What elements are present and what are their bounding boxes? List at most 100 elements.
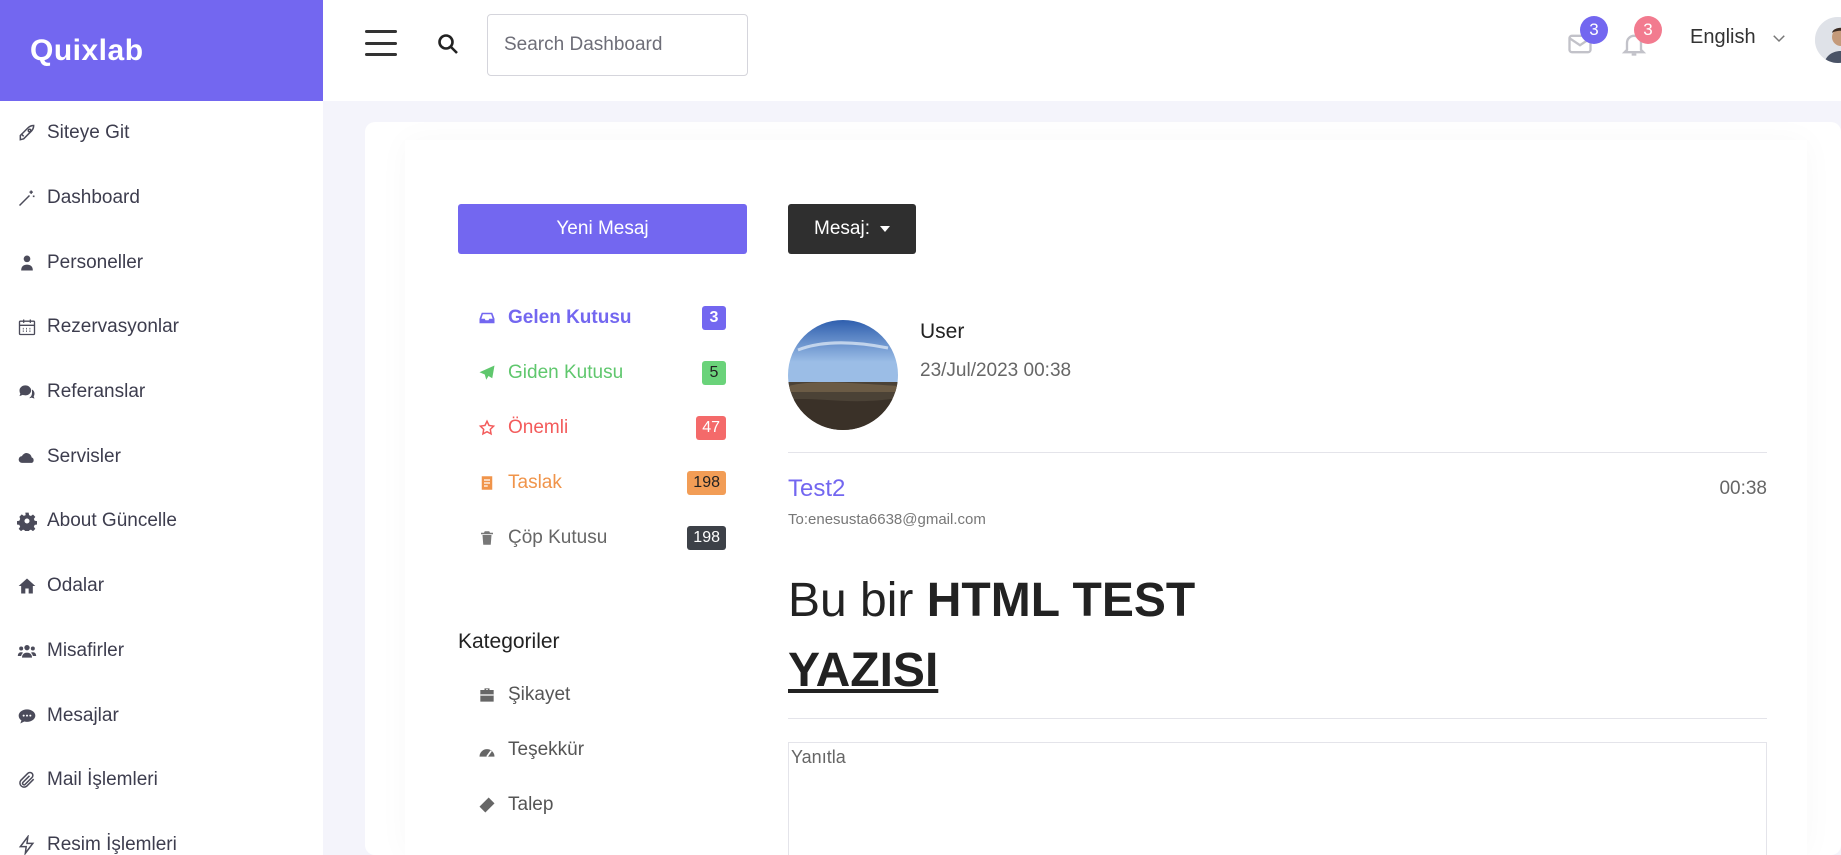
sidebar-item-label: Rezervasyonlar bbox=[47, 316, 179, 338]
folder-label: Giden Kutusu bbox=[508, 361, 624, 383]
landscape-photo bbox=[788, 320, 898, 430]
sidebar-item-siteye-git[interactable]: Siteye Git bbox=[0, 101, 323, 166]
message-date: 23/Jul/2023 00:38 bbox=[920, 360, 1072, 381]
comments-icon bbox=[16, 381, 38, 403]
gear-icon bbox=[16, 510, 38, 532]
mail-button[interactable]: 3 bbox=[1566, 16, 1608, 58]
mail-badge: 3 bbox=[1580, 16, 1608, 44]
sidebar-item-mail-islemleri[interactable]: Mail İşlemleri bbox=[0, 748, 323, 813]
sidebar-item-rezervasyonlar[interactable]: Rezervasyonlar bbox=[0, 295, 323, 360]
category-sikayet[interactable]: Şikayet bbox=[476, 667, 726, 722]
sidebar-item-about[interactable]: About Güncelle bbox=[0, 489, 323, 554]
sidebar: Quixlab Siteye Git Dashboard Personeller… bbox=[0, 0, 323, 855]
folder-count-badge: 198 bbox=[687, 470, 726, 495]
folder-label: Gelen Kutusu bbox=[508, 306, 632, 328]
chat-icon bbox=[16, 705, 38, 727]
message-body: Bu bir HTML TEST YAZISI bbox=[788, 566, 1195, 706]
bolt-icon bbox=[16, 834, 38, 855]
folder-inbox[interactable]: Gelen Kutusu 3 bbox=[476, 290, 726, 345]
divider bbox=[788, 452, 1767, 453]
sidebar-item-label: Siteye Git bbox=[47, 122, 130, 144]
reply-textarea[interactable] bbox=[788, 742, 1767, 855]
sender-avatar bbox=[788, 320, 898, 430]
message-dropdown-label: Mesaj: bbox=[814, 218, 870, 239]
sidebar-item-resim-islemleri[interactable]: Resim İşlemleri bbox=[0, 813, 323, 855]
sidebar-item-label: Misafirler bbox=[47, 639, 125, 661]
draft-icon bbox=[476, 472, 498, 494]
message-subject[interactable]: Test2 bbox=[788, 475, 845, 503]
message-time: 00:38 bbox=[1719, 478, 1767, 499]
category-list: Şikayet Teşekkür Talep bbox=[476, 667, 726, 832]
message-dropdown-button[interactable]: Mesaj: bbox=[788, 204, 916, 254]
categories-title: Kategoriler bbox=[458, 630, 560, 653]
language-dropdown[interactable]: English bbox=[1690, 26, 1788, 49]
sidebar-item-label: Mesajlar bbox=[47, 704, 119, 726]
rocket-icon bbox=[16, 122, 38, 144]
language-label: English bbox=[1690, 26, 1756, 48]
sidebar-item-mesajlar[interactable]: Mesajlar bbox=[0, 683, 323, 748]
menu-toggle-icon[interactable] bbox=[365, 30, 397, 56]
sidebar-item-odalar[interactable]: Odalar bbox=[0, 554, 323, 619]
sidebar-item-label: Personeller bbox=[47, 251, 144, 273]
folder-count-badge: 47 bbox=[696, 415, 726, 440]
user-avatar-icon bbox=[1815, 17, 1841, 63]
sidebar-item-label: Referanslar bbox=[47, 381, 146, 403]
body-underlined-text: YAZISI bbox=[788, 644, 939, 697]
inbox-icon bbox=[476, 307, 498, 329]
calendar-icon bbox=[16, 316, 38, 338]
paper-plane-icon bbox=[476, 362, 498, 384]
folder-count-badge: 198 bbox=[687, 525, 726, 550]
folder-trash[interactable]: Çöp Kutusu 198 bbox=[476, 510, 726, 565]
folder-drafts[interactable]: Taslak 198 bbox=[476, 455, 726, 510]
brand-name: Quixlab bbox=[30, 33, 144, 67]
folder-count-badge: 5 bbox=[702, 360, 726, 385]
chevron-down-icon bbox=[1772, 34, 1785, 42]
magic-wand-icon bbox=[16, 187, 38, 209]
folder-sent[interactable]: Giden Kutusu 5 bbox=[476, 345, 726, 400]
user-icon bbox=[16, 252, 38, 274]
home-icon bbox=[16, 575, 38, 597]
message-recipient: To:enesusta6638@gmail.com bbox=[788, 511, 986, 528]
star-icon bbox=[476, 417, 498, 439]
sender-name: User bbox=[920, 320, 965, 343]
chart-icon bbox=[476, 739, 498, 761]
sidebar-item-dashboard[interactable]: Dashboard bbox=[0, 166, 323, 231]
paperclip-icon bbox=[16, 769, 38, 791]
brand-logo[interactable]: Quixlab bbox=[0, 0, 323, 101]
topbar: 3 3 English bbox=[323, 0, 1841, 101]
sidebar-item-referanslar[interactable]: Referanslar bbox=[0, 360, 323, 425]
trash-icon bbox=[476, 527, 498, 549]
sidebar-item-misafirler[interactable]: Misafirler bbox=[0, 619, 323, 684]
category-label: Talep bbox=[508, 793, 554, 815]
search-icon[interactable] bbox=[436, 32, 460, 56]
new-message-button[interactable]: Yeni Mesaj bbox=[458, 204, 747, 254]
notification-button[interactable]: 3 bbox=[1620, 16, 1662, 58]
body-plain-text: Bu bir bbox=[788, 574, 927, 627]
category-label: Teşekkür bbox=[508, 738, 585, 760]
folder-label: Taslak bbox=[508, 471, 562, 493]
users-icon bbox=[16, 640, 38, 662]
sidebar-item-label: About Güncelle bbox=[47, 510, 177, 532]
sidebar-item-label: Odalar bbox=[47, 575, 105, 597]
folder-important[interactable]: Önemli 47 bbox=[476, 400, 726, 455]
sidebar-item-personeller[interactable]: Personeller bbox=[0, 230, 323, 295]
category-talep[interactable]: Talep bbox=[476, 777, 726, 832]
folder-label: Önemli bbox=[508, 416, 569, 438]
category-label: Şikayet bbox=[508, 683, 571, 705]
avatar[interactable] bbox=[1813, 15, 1841, 65]
category-tesekkur[interactable]: Teşekkür bbox=[476, 722, 726, 777]
sidebar-item-label: Resim İşlemleri bbox=[47, 833, 177, 855]
search-input[interactable] bbox=[487, 14, 748, 76]
briefcase-icon bbox=[476, 684, 498, 706]
cloud-icon bbox=[16, 446, 38, 468]
sidebar-nav: Siteye Git Dashboard Personeller Rezerva… bbox=[0, 101, 323, 855]
folder-list: Gelen Kutusu 3 Giden Kutusu 5 Önemli 47 … bbox=[476, 290, 726, 565]
sidebar-item-label: Servisler bbox=[47, 445, 121, 467]
folder-count-badge: 3 bbox=[702, 305, 726, 330]
sidebar-item-label: Dashboard bbox=[47, 187, 140, 209]
caret-down-icon bbox=[879, 226, 890, 232]
sidebar-item-label: Mail İşlemleri bbox=[47, 769, 158, 791]
folder-label: Çöp Kutusu bbox=[508, 526, 608, 548]
sidebar-item-servisler[interactable]: Servisler bbox=[0, 424, 323, 489]
body-bold-text: HTML TEST bbox=[926, 574, 1196, 627]
